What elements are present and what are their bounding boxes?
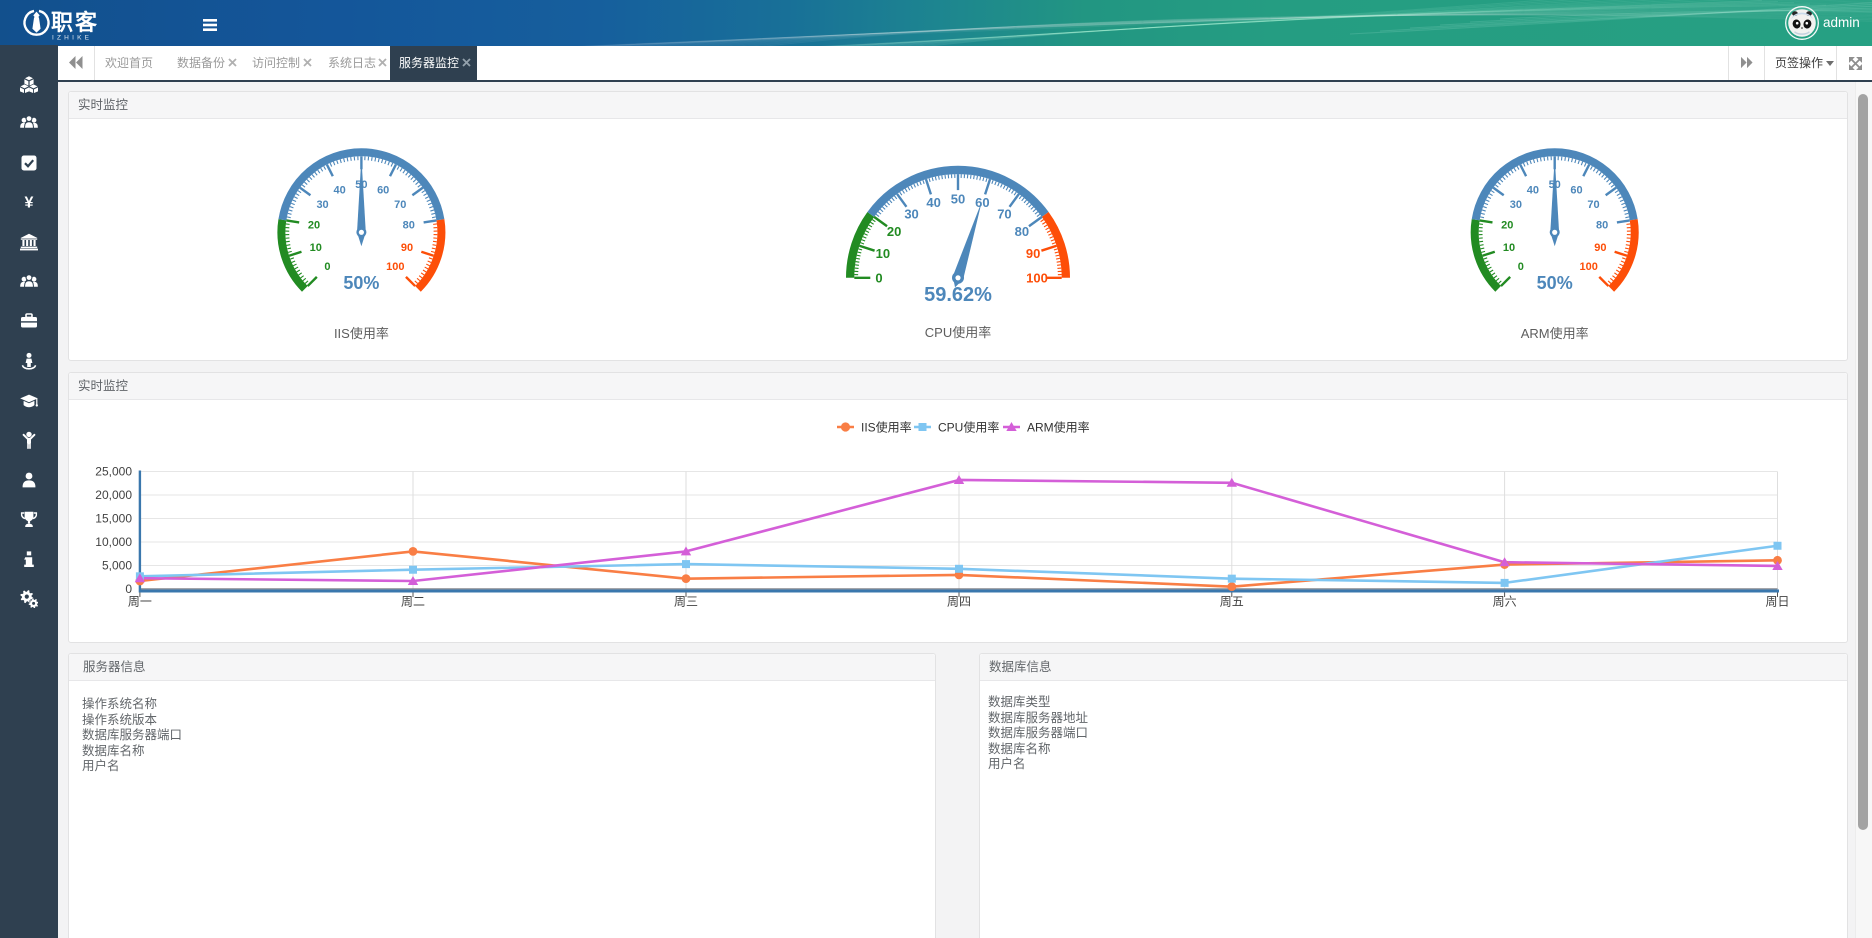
svg-text:IZHIKE: IZHIKE — [52, 35, 92, 42]
svg-text:¥: ¥ — [25, 195, 34, 212]
svg-text:职客: 职客 — [51, 10, 99, 35]
